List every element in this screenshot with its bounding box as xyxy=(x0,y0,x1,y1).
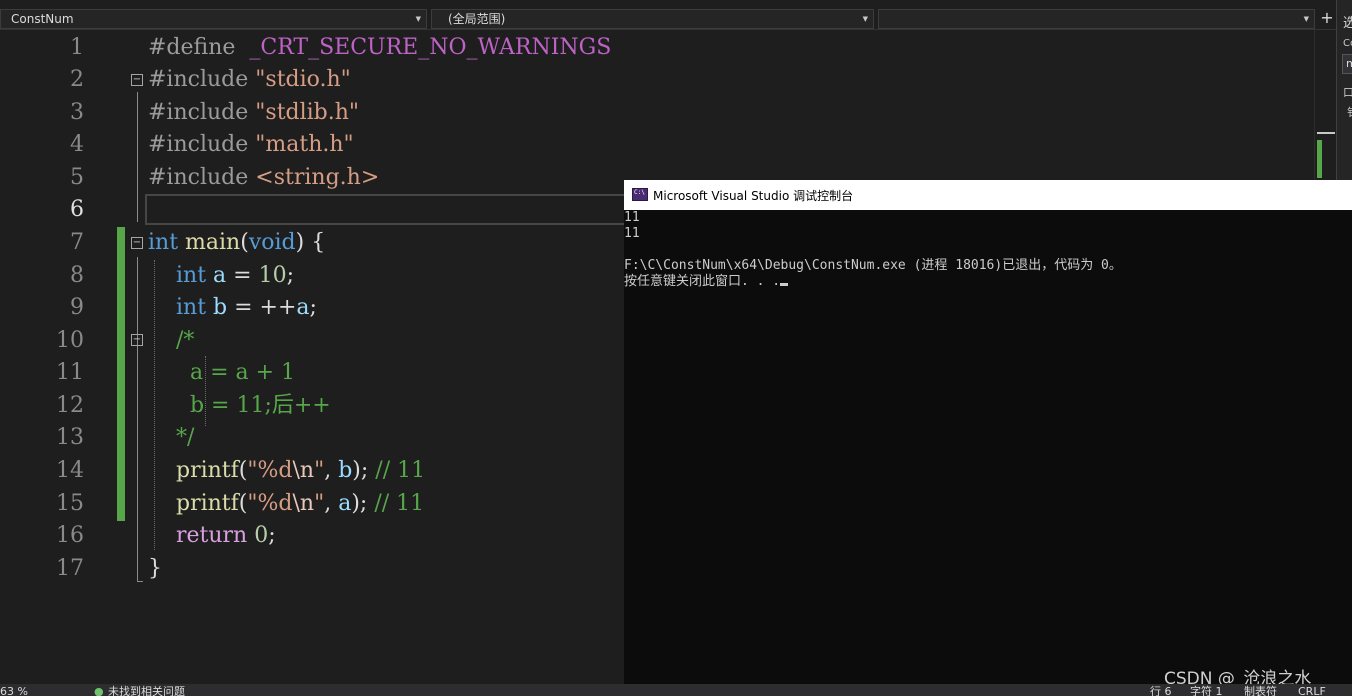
project-dropdown[interactable]: ConstNum ▼ xyxy=(0,9,427,29)
code-text: #include "math.h" xyxy=(148,132,354,157)
scope-dropdown[interactable]: (全局范围) ▼ xyxy=(431,9,874,29)
project-dropdown-label: ConstNum xyxy=(11,12,74,26)
line-number: 1 xyxy=(70,35,84,60)
line-number: 4 xyxy=(70,132,84,157)
issues-status[interactable]: 未找到相关问题 xyxy=(108,686,185,696)
console-app-icon xyxy=(632,188,648,201)
indent-mode[interactable]: 制表符 xyxy=(1244,686,1277,696)
zoom-level[interactable]: 63 % xyxy=(0,686,28,696)
side-panel-checkbox[interactable]: 口 xyxy=(1343,84,1352,100)
console-line: 11 xyxy=(624,226,640,241)
side-panel-input[interactable]: m xyxy=(1342,54,1352,74)
chevron-down-icon: ▼ xyxy=(1303,15,1309,23)
code-text: /* xyxy=(175,328,195,353)
console-line-prompt: 按任意键关闭此窗口. . . xyxy=(624,274,1352,290)
code-text: */ xyxy=(148,425,195,450)
split-editor-icon[interactable]: + xyxy=(1318,9,1336,29)
line-number: 16 xyxy=(56,523,84,548)
line-number: 8 xyxy=(70,263,84,288)
scroll-position-marker xyxy=(1317,132,1335,134)
chevron-down-icon: ▼ xyxy=(862,15,868,23)
member-dropdown[interactable]: ▼ xyxy=(878,9,1315,29)
line-number: 5 xyxy=(70,165,84,190)
side-panel-title: 选 xyxy=(1343,12,1352,31)
line-number: 7 xyxy=(70,230,84,255)
line-number: 13 xyxy=(56,425,84,450)
code-line[interactable]: 4 #include "math.h" xyxy=(0,128,1310,161)
line-number: 17 xyxy=(56,556,84,581)
code-text: return 0; xyxy=(175,523,276,548)
console-prompt-text: 按任意键关闭此窗口. . . xyxy=(624,274,781,289)
code-text: b = 11;后++ xyxy=(148,393,331,418)
console-line: F:\C\ConstNum\x64\Debug\ConstNum.exe (进程… xyxy=(624,258,1122,273)
side-panel-text: 钅 xyxy=(1347,104,1352,120)
debug-console-window[interactable]: Microsoft Visual Studio 调试控制台 11 11 F:\C… xyxy=(624,180,1352,690)
line-number: 15 xyxy=(56,491,84,516)
scroll-change-marker xyxy=(1317,140,1322,178)
code-text: #include "stdio.h" xyxy=(148,67,351,92)
code-text: a = a + 1 xyxy=(148,360,296,385)
code-text: printf("%d\n", b); // 11 xyxy=(175,458,426,483)
line-number: 6 xyxy=(70,197,84,222)
code-text: } xyxy=(148,556,162,581)
line-number: 14 xyxy=(56,458,84,483)
status-bar: 63 % ● 未找到相关问题 行 6 字符 1 制表符 CRLF xyxy=(0,684,1352,696)
line-number: 9 xyxy=(70,295,84,320)
navigation-bar: ConstNum ▼ (全局范围) ▼ ▼ + xyxy=(0,0,1352,30)
code-text: printf("%d\n", a); // 11 xyxy=(175,491,425,516)
row-indicator[interactable]: 行 6 xyxy=(1150,686,1172,696)
text-cursor xyxy=(780,283,789,286)
code-text: int a = 10; xyxy=(175,263,294,288)
check-circle-icon: ● xyxy=(94,685,104,696)
line-number: 3 xyxy=(70,100,84,125)
code-line[interactable]: 1 #define _CRT_SECURE_NO_WARNINGS xyxy=(0,31,1310,64)
console-title: Microsoft Visual Studio 调试控制台 xyxy=(653,189,854,203)
column-indicator[interactable]: 字符 1 xyxy=(1190,686,1223,696)
side-panel-label: Co xyxy=(1343,38,1352,49)
scope-dropdown-label: (全局范围) xyxy=(448,12,506,26)
chevron-down-icon: ▼ xyxy=(415,15,421,23)
code-text: #define _CRT_SECURE_NO_WARNINGS xyxy=(148,35,612,60)
code-text: int main(void) { xyxy=(148,230,326,255)
code-text: int b = ++a; xyxy=(175,295,317,320)
code-line[interactable]: 2 #include "stdio.h" xyxy=(0,63,1310,96)
code-line[interactable]: 3 #include "stdlib.h" xyxy=(0,96,1310,129)
line-number: 2 xyxy=(70,67,84,92)
code-text: #include "stdlib.h" xyxy=(148,100,360,125)
line-number: 12 xyxy=(56,393,84,418)
code-text: #include <string.h> xyxy=(148,165,380,190)
console-line: 11 xyxy=(624,210,640,225)
console-titlebar[interactable]: Microsoft Visual Studio 调试控制台 xyxy=(624,180,1352,210)
line-number: 11 xyxy=(56,360,84,385)
line-number: 10 xyxy=(56,328,84,353)
console-output[interactable]: 11 11 F:\C\ConstNum\x64\Debug\ConstNum.e… xyxy=(624,210,1352,690)
line-ending[interactable]: CRLF xyxy=(1298,686,1326,696)
